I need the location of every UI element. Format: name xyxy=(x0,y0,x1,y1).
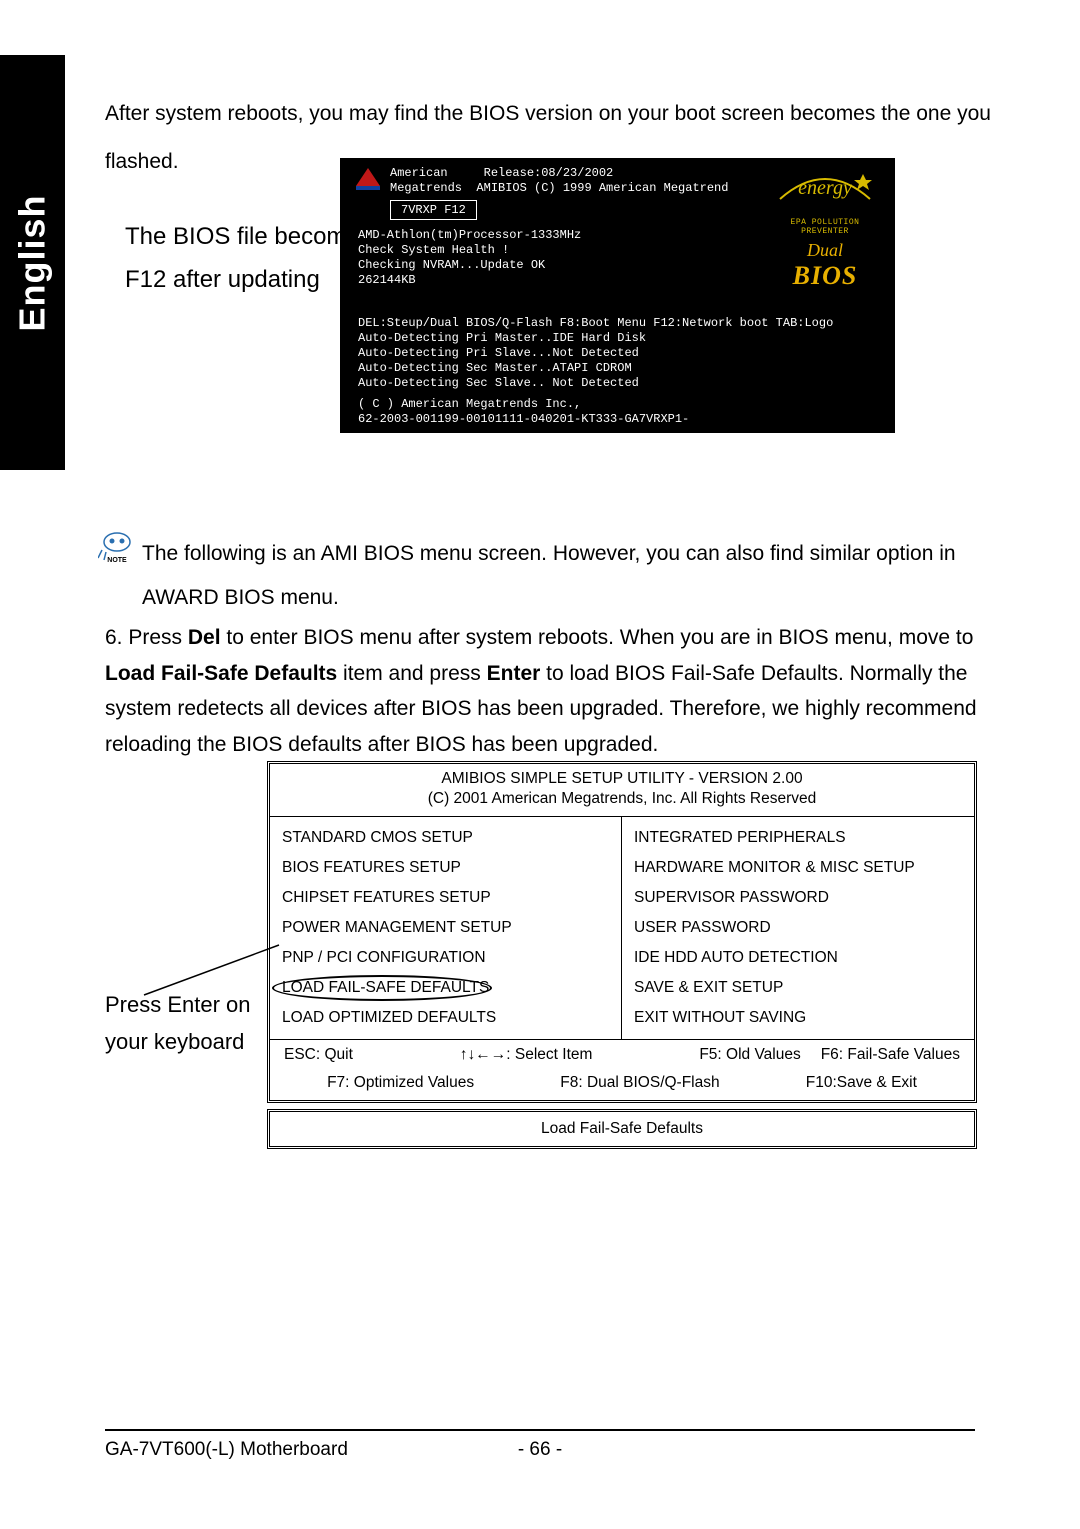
hint-f10: F10:Save & Exit xyxy=(806,1074,917,1092)
ami-menu-hints-2: F7: Optimized Values F8: Dual BIOS/Q-Fla… xyxy=(270,1070,974,1100)
menu-item-exit-without-saving[interactable]: EXIT WITHOUT SAVING xyxy=(634,1003,962,1033)
page-footer: GA-7VT600(-L) Motherboard - 66 - xyxy=(105,1429,975,1461)
menu-item-ide-hdd-auto[interactable]: IDE HDD AUTO DETECTION xyxy=(634,943,962,973)
menu-item-load-fail-safe[interactable]: LOAD FAIL-SAFE DEFAULTS xyxy=(282,973,609,1003)
menu-item-power-management[interactable]: POWER MANAGEMENT SETUP xyxy=(282,913,609,943)
bios-detect-2: Auto-Detecting Pri Slave...Not Detected xyxy=(358,346,881,361)
press-enter-l1: Press Enter on xyxy=(105,986,265,1023)
epa-tagline: EPA POLLUTION PREVENTER xyxy=(765,218,885,236)
enter-key: Enter xyxy=(487,662,541,685)
ami-brand-2: Megatrends AMIBIOS (C) 1999 American Meg… xyxy=(390,181,728,195)
page: English After system reboots, you may fi… xyxy=(0,0,1080,1529)
ami-menu-hints-1: ESC: Quit ↑↓←→: Select Item F5: Old Valu… xyxy=(270,1039,974,1070)
step6-mid2: item and press xyxy=(337,662,486,685)
menu-item-hardware-monitor[interactable]: HARDWARE MONITOR & MISC SETUP xyxy=(634,853,962,883)
ami-menu-left-col: STANDARD CMOS SETUP BIOS FEATURES SETUP … xyxy=(270,817,622,1039)
ami-menu-title: AMIBIOS SIMPLE SETUP UTILITY - VERSION 2… xyxy=(270,764,974,790)
hint-f6: F6: Fail-Safe Values xyxy=(821,1046,960,1064)
ami-menu-grid: STANDARD CMOS SETUP BIOS FEATURES SETUP … xyxy=(270,817,974,1039)
note-icon: NOTE xyxy=(98,530,136,564)
menu-item-user-password[interactable]: USER PASSWORD xyxy=(634,913,962,943)
ami-menu-right-col: INTEGRATED PERIPHERALS HARDWARE MONITOR … xyxy=(622,817,974,1039)
bios-key-hints: DEL:Steup/Dual BIOS/Q-Flash F8:Boot Menu… xyxy=(358,316,881,331)
annotation-line-2: F12 after updating xyxy=(125,258,372,301)
del-key: Del xyxy=(188,626,221,649)
ami-menu-prompt: Load Fail-Safe Defaults xyxy=(541,1120,703,1137)
note-callout: NOTE The following is an AMI BIOS menu s… xyxy=(98,530,998,620)
bios-serial: 62-2003-001199-00101111-040201-KT333-GA7… xyxy=(358,412,881,427)
ami-menu-copyright: (C) 2001 American Megatrends, Inc. All R… xyxy=(270,790,974,817)
energy-star-icon: energy xyxy=(775,164,875,214)
press-enter-l2: your keyboard xyxy=(105,1023,265,1060)
ami-bios-menu[interactable]: AMIBIOS SIMPLE SETUP UTILITY - VERSION 2… xyxy=(267,761,977,1103)
bios-version-box: 7VRXP F12 xyxy=(390,200,477,220)
dual-bios-logo: Dual BIOS xyxy=(765,240,885,291)
dual-word: Dual xyxy=(807,240,843,260)
ami-brand-1: American Release:08/23/2002 xyxy=(390,166,613,180)
menu-item-save-exit[interactable]: SAVE & EXIT SETUP xyxy=(634,973,962,1003)
step-6-paragraph: 6. Press Del to enter BIOS menu after sy… xyxy=(105,620,985,763)
svg-text:NOTE: NOTE xyxy=(107,557,127,564)
press-enter-annotation: Press Enter on your keyboard xyxy=(105,986,265,1061)
ami-header-text: American Release:08/23/2002 Megatrends A… xyxy=(390,166,728,196)
step6-prefix: 6. Press xyxy=(105,626,188,649)
hint-f7: F7: Optimized Values xyxy=(327,1074,474,1092)
bios-word: BIOS xyxy=(793,261,858,290)
menu-item-load-optimized[interactable]: LOAD OPTIMIZED DEFAULTS xyxy=(282,1003,609,1033)
ami-menu-prompt-box: Load Fail-Safe Defaults xyxy=(267,1109,977,1149)
hint-arrows: ↑↓←→: Select Item xyxy=(460,1046,593,1064)
annotation-line-1: The BIOS file becomes xyxy=(125,215,372,258)
menu-item-standard-cmos[interactable]: STANDARD CMOS SETUP xyxy=(282,823,609,853)
energy-badge: energy EPA POLLUTION PREVENTER Dual BIOS xyxy=(765,164,885,291)
svg-text:energy: energy xyxy=(798,177,852,199)
menu-item-bios-features[interactable]: BIOS FEATURES SETUP xyxy=(282,853,609,883)
menu-item-load-fail-safe-label: LOAD FAIL-SAFE DEFAULTS xyxy=(282,979,489,997)
language-tab: English xyxy=(0,55,65,470)
bios-detect-3: Auto-Detecting Sec Master..ATAPI CDROM xyxy=(358,361,881,376)
menu-item-integrated-peripherals[interactable]: INTEGRATED PERIPHERALS xyxy=(634,823,962,853)
language-label: English xyxy=(12,194,54,331)
menu-item-pnp-pci[interactable]: PNP / PCI CONFIGURATION xyxy=(282,943,609,973)
bios-detect-1: Auto-Detecting Pri Master..IDE Hard Disk xyxy=(358,331,881,346)
menu-item-chipset-features[interactable]: CHIPSET FEATURES SETUP xyxy=(282,883,609,913)
footer-page-number: - 66 - xyxy=(518,1439,562,1461)
hint-esc: ESC: Quit xyxy=(284,1046,353,1064)
step6-mid1: to enter BIOS menu after system reboots.… xyxy=(221,626,974,649)
hint-f8: F8: Dual BIOS/Q-Flash xyxy=(560,1074,719,1092)
bios-detect-4: Auto-Detecting Sec Slave.. Not Detected xyxy=(358,376,881,391)
bios-boot-screen: energy EPA POLLUTION PREVENTER Dual BIOS… xyxy=(340,158,895,433)
bios-file-annotation: The BIOS file becomes F12 after updating xyxy=(125,215,372,301)
ami-menu-wrap: AMIBIOS SIMPLE SETUP UTILITY - VERSION 2… xyxy=(267,761,977,1149)
ami-logo-icon xyxy=(354,166,382,194)
load-fail-safe-defaults-term: Load Fail-Safe Defaults xyxy=(105,662,337,685)
note-text: The following is an AMI BIOS menu screen… xyxy=(142,530,998,620)
hint-f5: F5: Old Values xyxy=(699,1046,800,1064)
bios-boot-hints: DEL:Steup/Dual BIOS/Q-Flash F8:Boot Menu… xyxy=(358,316,881,427)
footer-model: GA-7VT600(-L) Motherboard xyxy=(105,1439,348,1461)
bios-copyright: ( C ) American Megatrends Inc., xyxy=(358,397,881,412)
menu-item-supervisor-password[interactable]: SUPERVISOR PASSWORD xyxy=(634,883,962,913)
